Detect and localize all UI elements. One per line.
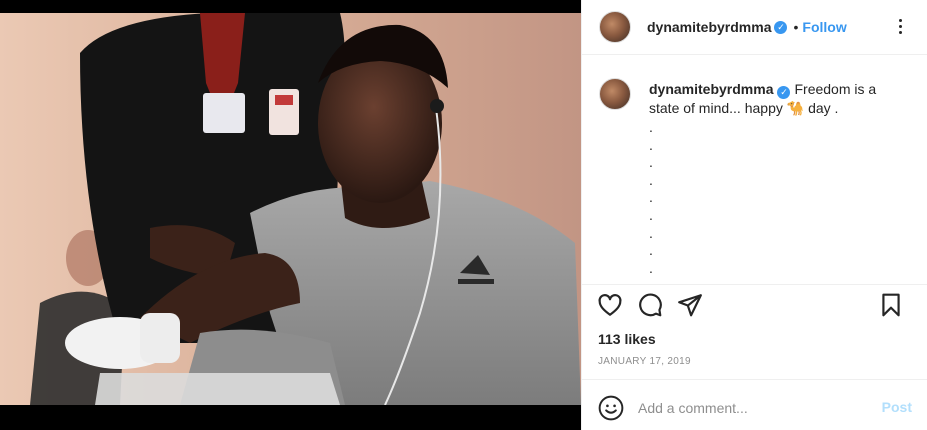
caption-avatar[interactable] [599,78,631,110]
verified-badge-icon: ✓ [774,20,788,34]
post-comment-button[interactable]: Post [882,399,912,415]
comment-bar: Post [582,379,927,430]
heart-icon[interactable] [597,292,627,322]
more-options-icon[interactable] [888,14,912,38]
post-date[interactable]: JANUARY 17, 2019 [598,356,691,367]
caption-dot: . [649,242,653,259]
caption-dot: . [649,136,653,153]
bookmark-icon[interactable] [878,292,908,322]
caption-dot: . [649,119,653,135]
caption-username[interactable]: dynamitebyrdmma [649,81,773,97]
caption-dot: . [649,154,653,171]
photo-illustration [0,13,581,405]
caption-verified-badge-icon: ✓ [777,86,791,99]
post-image[interactable] [0,13,581,405]
camel-emoji: 🐪 [786,100,805,116]
post-photo[interactable] [0,0,581,430]
action-bar [582,292,927,326]
header-separator: • [793,19,799,35]
post-sidebar: dynamitebyrdmma ✓ • Follow dynamitebyrdm… [581,0,927,430]
author-avatar[interactable] [599,11,631,43]
photo-letterbox [0,405,581,430]
caption-section: dynamitebyrdmma ✓ Freedom is a state of mi… [582,55,927,285]
author-username[interactable]: dynamitebyrdmma [647,19,771,35]
caption-dot: . [649,171,653,188]
caption-dot: . [649,206,653,223]
emoji-icon[interactable] [598,395,624,421]
comment-icon[interactable] [637,292,667,322]
caption-text: dynamitebyrdmma ✓ Freedom is a state of mi… [649,80,904,277]
caption-dot: . [649,259,653,276]
caption-dot-lines: . . . . . . . . . [649,119,904,277]
caption-body-end: day . [808,100,839,116]
caption-dot: . [649,189,653,206]
follow-button[interactable]: Follow [802,19,846,35]
caption-dot: . [649,224,653,241]
share-icon[interactable] [677,292,707,322]
post-header: dynamitebyrdmma ✓ • Follow [582,0,927,55]
comment-input[interactable] [638,395,858,421]
likes-count[interactable]: 113 likes [598,331,656,347]
